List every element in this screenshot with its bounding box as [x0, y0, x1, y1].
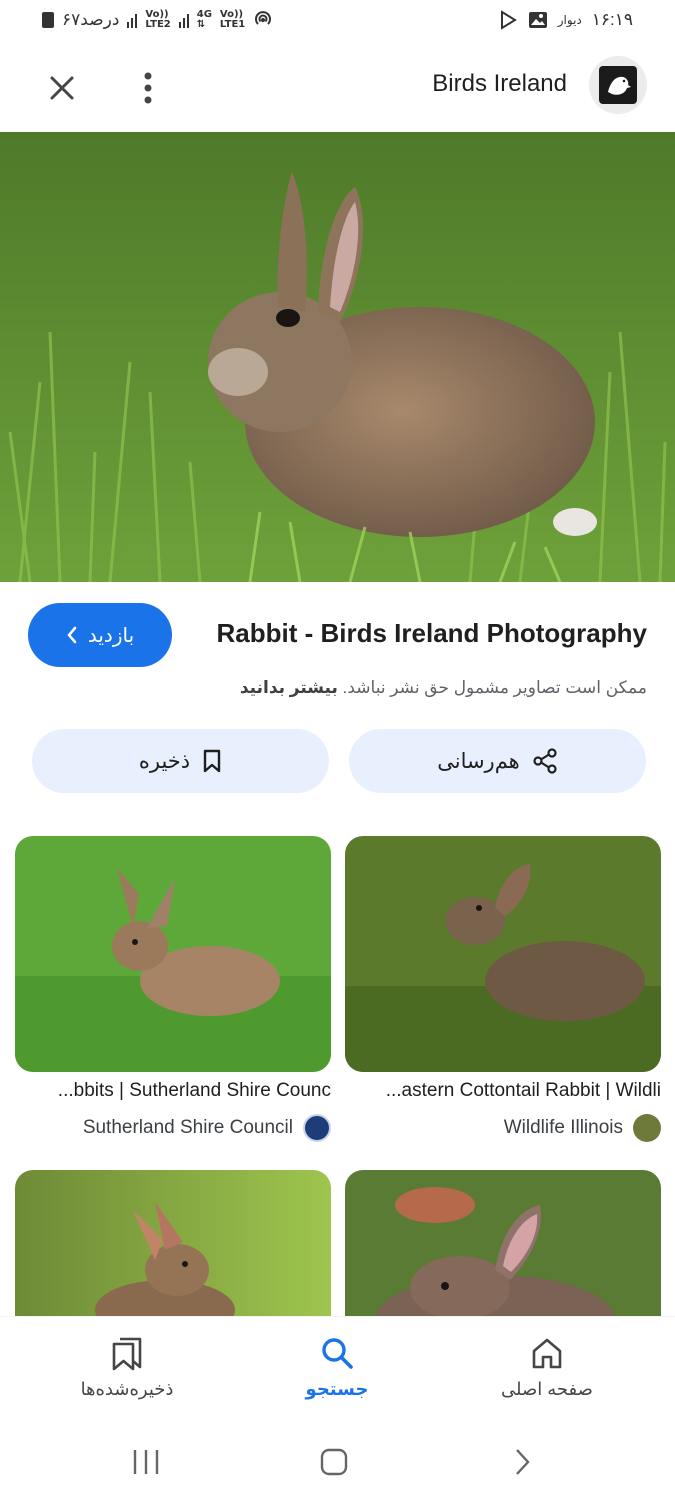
- copyright-notice: ممکن است تصاویر مشمول حق نشر نباشد. بیشت…: [240, 678, 647, 698]
- recents-icon: [133, 1450, 159, 1474]
- source-name: Wildlife Illinois: [503, 1117, 623, 1138]
- related-card[interactable]: ...bbits | Sutherland Shire Counc Suther…: [15, 836, 331, 1142]
- app-bar: Birds Ireland: [0, 44, 675, 132]
- main-image[interactable]: [0, 132, 675, 582]
- play-store-icon: [500, 10, 517, 30]
- hotspot-icon: [255, 11, 272, 25]
- visit-label: بازدید: [87, 624, 135, 647]
- nav-search-label: جستجو: [305, 1379, 369, 1399]
- related-title[interactable]: ...bbits | Sutherland Shire Counc: [15, 1080, 331, 1104]
- related-card[interactable]: ...astern Cottontail Rabbit | Wildli Wil…: [345, 836, 661, 1142]
- bird-icon: [599, 66, 637, 104]
- status-bar: ۶۷درصد Vo)) LTE2 4G ⇅ Vo)) LTE1 دیوار ۱۶:۱۹: [0, 0, 675, 44]
- lte1-icon: Vo)) LTE1: [219, 9, 246, 30]
- status-left: ۶۷درصد Vo)) LTE2 4G ⇅ Vo)) LTE1: [42, 10, 273, 30]
- share-label: هم‌رسانی: [437, 749, 520, 773]
- gallery-icon: [528, 12, 547, 28]
- related-card[interactable]: [15, 1170, 331, 1320]
- save-button[interactable]: ذخیره: [32, 729, 329, 793]
- bookmark-icon: [203, 749, 221, 773]
- nav-search[interactable]: جستجو: [247, 1335, 427, 1400]
- signal-icon: [127, 12, 138, 28]
- more-vert-icon: [144, 72, 152, 104]
- learn-more-link[interactable]: بیشتر بدانید: [240, 678, 338, 697]
- nav-home[interactable]: صفحه اصلی: [457, 1335, 637, 1400]
- share-icon: [533, 748, 557, 774]
- share-button[interactable]: هم‌رسانی: [349, 729, 646, 793]
- search-icon: [322, 1338, 353, 1369]
- site-name: Birds Ireland: [432, 70, 567, 97]
- nav-saved[interactable]: ذخیره‌شده‌ها: [37, 1335, 217, 1400]
- site-logo: [589, 56, 647, 114]
- system-navigation: [0, 1424, 675, 1500]
- collections-icon: [112, 1337, 142, 1371]
- related-thumbnail[interactable]: [345, 1170, 661, 1320]
- home-square-icon: [320, 1448, 348, 1476]
- council-favicon-icon: [303, 1114, 331, 1142]
- status-right: دیوار ۱۶:۱۹: [498, 10, 633, 30]
- result-title: Rabbit - Birds Ireland Photography: [216, 618, 647, 648]
- battery-icon: [42, 12, 54, 28]
- 4g-icon: 4G ⇅: [196, 9, 212, 30]
- close-icon: [50, 76, 74, 100]
- related-card[interactable]: [345, 1170, 661, 1320]
- chevron-right-icon: [516, 1449, 530, 1475]
- recents-button[interactable]: [116, 1442, 176, 1482]
- related-thumbnail[interactable]: [15, 836, 331, 1072]
- related-thumbnail[interactable]: [15, 1170, 331, 1320]
- home-icon: [532, 1338, 562, 1369]
- source-name: Sutherland Shire Council: [82, 1117, 293, 1138]
- close-button[interactable]: [40, 66, 84, 110]
- related-thumbnail[interactable]: [345, 836, 661, 1072]
- bottom-navigation: ذخیره‌شده‌ها جستجو صفحه اصلی: [0, 1316, 675, 1424]
- related-title[interactable]: ...astern Cottontail Rabbit | Wildli: [345, 1080, 661, 1104]
- wall-app-label: دیوار: [557, 13, 582, 27]
- related-source: Sutherland Shire Council: [15, 1114, 331, 1142]
- wildlife-favicon-icon: [633, 1114, 661, 1142]
- nav-saved-label: ذخیره‌شده‌ها: [80, 1379, 174, 1399]
- system-home-button[interactable]: [304, 1442, 364, 1482]
- signal-icon-2: [178, 12, 189, 28]
- lte2-icon: Vo)) LTE2: [145, 9, 171, 30]
- visit-button[interactable]: بازدید: [28, 603, 172, 667]
- save-label: ذخیره: [138, 749, 191, 773]
- copyright-text: ممکن است تصاویر مشمول حق نشر نباشد.: [342, 678, 647, 697]
- more-options-button[interactable]: [126, 66, 170, 110]
- related-source: Wildlife Illinois: [345, 1114, 661, 1142]
- clock: ۱۶:۱۹: [591, 10, 633, 29]
- nav-home-label: صفحه اصلی: [501, 1379, 593, 1399]
- chevron-left-icon: [67, 626, 77, 644]
- system-back-button[interactable]: [492, 1442, 552, 1482]
- battery-text: ۶۷درصد: [62, 10, 120, 29]
